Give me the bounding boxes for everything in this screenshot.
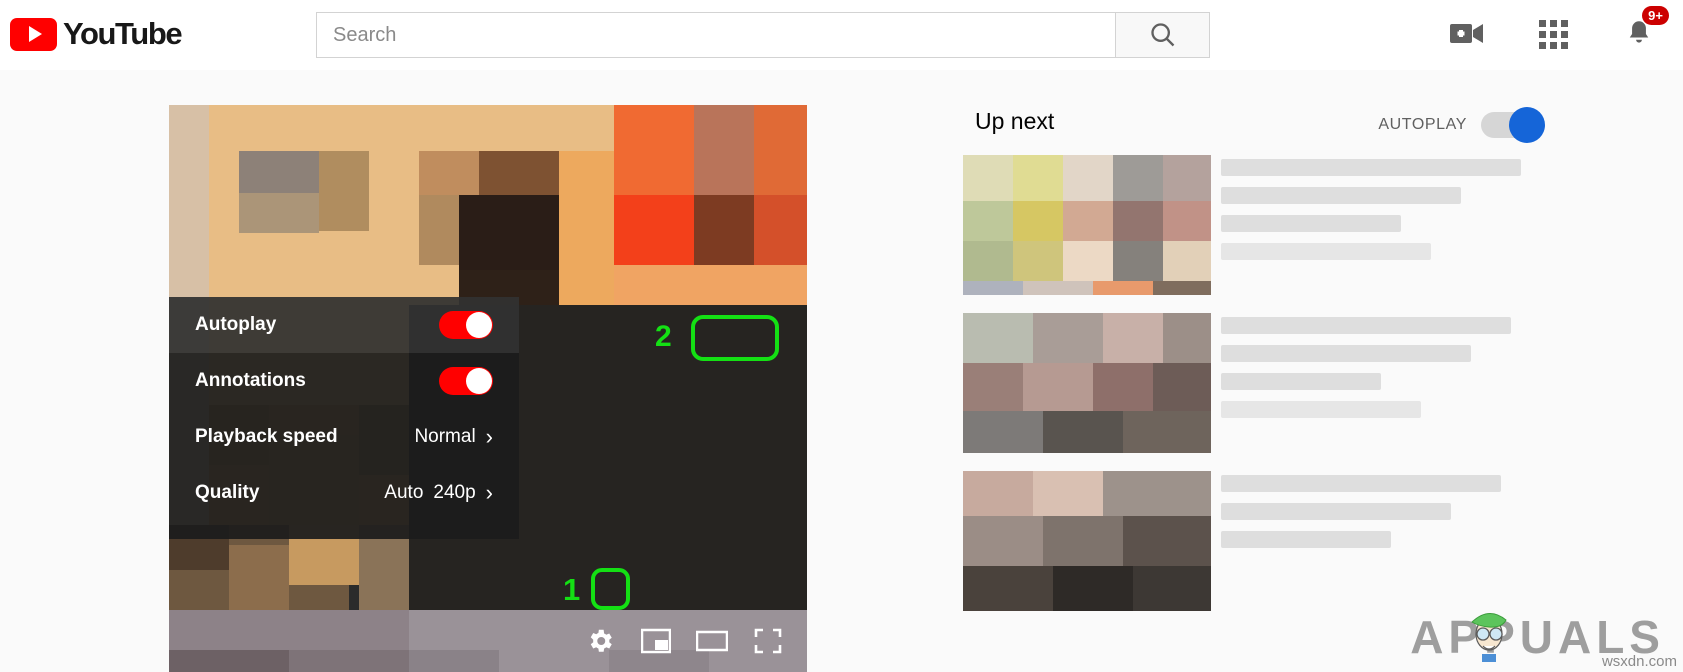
top-header: YouTube Search 9+ <box>0 0 1683 70</box>
menu-row-playback-speed[interactable]: Playback speed Normal › <box>169 409 519 465</box>
youtube-play-icon <box>10 17 57 51</box>
youtube-wordmark: YouTube <box>63 16 183 51</box>
up-next-header: Up next AUTOPLAY <box>963 105 1545 145</box>
miniplayer-icon[interactable] <box>639 624 673 658</box>
header-icon-group: 9+ <box>1447 6 1669 54</box>
chevron-right-icon: › <box>485 424 493 449</box>
autoplay-toggle[interactable] <box>439 311 493 339</box>
youtube-watch-page: YouTube Search 9+ Autoplay Annotations P… <box>0 0 1683 672</box>
theater-mode-icon[interactable] <box>695 624 729 658</box>
up-next-title: Up next <box>975 108 1055 134</box>
menu-row-annotations[interactable]: Annotations <box>169 353 519 409</box>
player-settings-menu: Autoplay Annotations Playback speed Norm… <box>169 297 519 539</box>
up-next-sidebar: Up next AUTOPLAY <box>963 105 1545 672</box>
notification-badge: 9+ <box>1642 6 1669 25</box>
video-player[interactable]: Autoplay Annotations Playback speed Norm… <box>169 105 807 672</box>
menu-row-autoplay[interactable]: Autoplay <box>169 297 519 353</box>
sidebar-autoplay-toggle[interactable] <box>1481 107 1545 143</box>
annotation-step-1: 1 <box>563 572 581 607</box>
video-meta <box>1221 475 1541 559</box>
list-item[interactable] <box>963 313 1543 471</box>
list-item[interactable] <box>963 155 1543 313</box>
youtube-logo[interactable]: YouTube <box>10 16 183 52</box>
video-thumbnail[interactable] <box>963 155 1211 295</box>
video-meta <box>1221 159 1541 271</box>
menu-label-annotations: Annotations <box>195 370 306 391</box>
suggested-video-list <box>963 155 1543 629</box>
appuals-mascot-icon <box>1471 613 1507 662</box>
quality-value: Auto <box>384 482 424 503</box>
settings-gear-icon[interactable] <box>583 624 617 658</box>
menu-label-quality: Quality <box>195 482 260 503</box>
wsxdn-site-text: wsxdn.com <box>1601 653 1677 670</box>
video-thumbnail[interactable] <box>963 313 1211 453</box>
chevron-right-icon: › <box>485 480 493 505</box>
annotations-toggle[interactable] <box>439 367 493 395</box>
list-item[interactable] <box>963 471 1543 629</box>
menu-row-quality[interactable]: Quality Auto 240p › <box>169 465 519 521</box>
search-bar <box>316 12 1210 58</box>
create-video-icon[interactable] <box>1447 14 1487 54</box>
playback-speed-value: Normal <box>414 426 476 447</box>
fullscreen-icon[interactable] <box>751 624 785 658</box>
settings-gear-highlight <box>591 568 630 610</box>
autoplay-toggle-highlight <box>691 315 779 361</box>
annotation-step-2: 2 <box>655 320 672 353</box>
search-input[interactable] <box>316 12 1116 58</box>
search-icon <box>1150 23 1174 47</box>
player-controls-bar <box>169 610 807 672</box>
menu-label-autoplay: Autoplay <box>195 314 277 335</box>
notifications-bell-icon[interactable]: 9+ <box>1619 6 1669 54</box>
video-meta <box>1221 317 1541 429</box>
menu-label-playback-speed: Playback speed <box>195 426 338 447</box>
search-button[interactable] <box>1116 12 1210 58</box>
autoplay-label: AUTOPLAY <box>1378 116 1467 133</box>
apps-grid-icon[interactable] <box>1533 14 1573 54</box>
video-thumbnail[interactable] <box>963 471 1211 611</box>
quality-value-resolution: 240p <box>433 482 476 503</box>
